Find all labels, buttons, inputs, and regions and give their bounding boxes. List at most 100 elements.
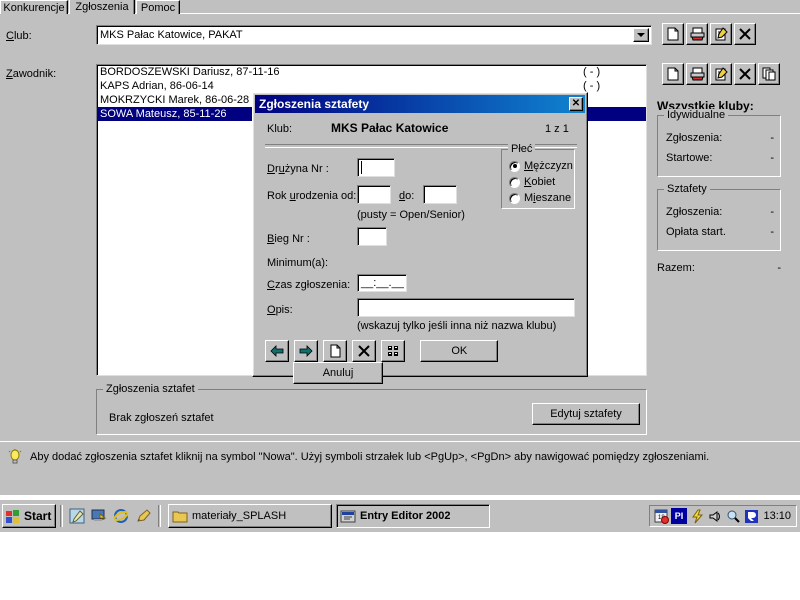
radio-icon bbox=[509, 192, 520, 204]
stat-row: Zgłoszenia: - bbox=[666, 132, 774, 144]
dialog-button-row: OK Anuluj bbox=[265, 340, 587, 384]
club-combobox[interactable]: MKS Pałac Katowice, PAKAT bbox=[96, 25, 652, 45]
edit-icon[interactable] bbox=[710, 63, 732, 85]
delete-icon[interactable] bbox=[734, 23, 756, 45]
relay-stats-group-title: Sztafety bbox=[664, 183, 710, 195]
birth-year-to-value bbox=[424, 186, 456, 188]
heat-number-input[interactable] bbox=[357, 227, 387, 246]
folder-icon bbox=[172, 511, 188, 523]
tab-zgloszenia[interactable]: Zgłoszenia bbox=[69, 0, 135, 14]
sex-group: Płeć Mężczyzn Kobiet Mieszane bbox=[501, 143, 575, 209]
description-input[interactable] bbox=[357, 298, 575, 317]
description-hint: (wskazuj tylko jeśli inna niż nazwa klub… bbox=[357, 320, 557, 332]
relay-empty-text: Brak zgłoszeń sztafet bbox=[109, 412, 214, 424]
notepad-icon[interactable] bbox=[68, 507, 86, 525]
edit-icon[interactable] bbox=[710, 23, 732, 45]
print-icon[interactable] bbox=[686, 63, 708, 85]
birth-year-label: Rok urodzenia od: bbox=[267, 190, 357, 202]
chevron-down-icon[interactable] bbox=[633, 28, 649, 42]
club-value: MKS Pałac Katowice, PAKAT bbox=[100, 29, 243, 41]
team-number-input[interactable] bbox=[357, 158, 395, 177]
new-icon[interactable] bbox=[662, 23, 684, 45]
minimum-label: Minimum(a): bbox=[267, 257, 329, 269]
close-icon[interactable]: ✕ bbox=[569, 97, 583, 111]
athlete-name: KAPS Adrian, 86-06-14 bbox=[100, 80, 214, 92]
pencil-icon[interactable] bbox=[134, 507, 152, 525]
find-fast-icon[interactable] bbox=[725, 508, 741, 524]
new-record-icon[interactable] bbox=[323, 340, 348, 362]
edit-relays-button[interactable]: Edytuj sztafety bbox=[532, 403, 640, 425]
tab-pomoc[interactable]: Pomoc bbox=[136, 0, 180, 14]
heat-number-label: Bieg Nr : bbox=[267, 233, 310, 245]
athlete-mark: ( - ) bbox=[583, 66, 601, 78]
dialog-title: Zgłoszenia sztafety bbox=[259, 97, 370, 111]
birth-year-from-input[interactable] bbox=[357, 185, 391, 204]
internet-explorer-icon[interactable] bbox=[112, 507, 130, 525]
athlete-name: BORDOSZEWSKI Dariusz, 87-11-16 bbox=[100, 66, 280, 78]
keyboard-language-icon[interactable]: PI bbox=[671, 508, 687, 524]
power-icon[interactable] bbox=[689, 508, 705, 524]
dialog-club-label: Klub: bbox=[267, 123, 293, 135]
radio-label: Mężczyzn bbox=[524, 160, 573, 172]
athlete-label: Zawodnik: bbox=[6, 68, 57, 80]
tab-konkurencje[interactable]: Konkurencje bbox=[0, 0, 68, 14]
stat-row: Startowe: - bbox=[666, 152, 774, 164]
taskbar-button-entry-editor[interactable]: Entry Editor 2002 bbox=[336, 504, 490, 528]
previous-record-icon[interactable] bbox=[265, 340, 289, 362]
ok-button[interactable]: OK bbox=[420, 340, 499, 362]
stat-value: - bbox=[770, 206, 774, 218]
sex-group-title: Płeć bbox=[508, 143, 536, 155]
scheduler-icon[interactable]: 18 bbox=[653, 508, 669, 524]
print-icon[interactable] bbox=[686, 23, 708, 45]
list-item[interactable]: KAPS Adrian, 86-06-14 ( - ) bbox=[97, 79, 646, 93]
radio-mezczyzn[interactable]: Mężczyzn bbox=[509, 160, 573, 172]
stat-row: Zgłoszenia: - bbox=[666, 206, 774, 218]
taskbar-separator bbox=[158, 505, 161, 527]
athlete-mark: ( - ) bbox=[583, 80, 601, 92]
application-window: Konkurencje Zgłoszenia Pomoc Club: MKS P… bbox=[0, 0, 800, 495]
taskbar-button-materialy[interactable]: materiały_SPLASH bbox=[168, 504, 332, 528]
club-toolbar bbox=[662, 23, 756, 45]
stat-label: Zgłoszenia: bbox=[666, 132, 723, 144]
volume-icon[interactable] bbox=[707, 508, 723, 524]
relay-group-title: Zgłoszenia sztafet bbox=[103, 383, 198, 395]
birth-year-to-input[interactable] bbox=[423, 185, 457, 204]
next-record-icon[interactable] bbox=[294, 340, 319, 362]
birth-year-hint: (pusty = Open/Senior) bbox=[357, 209, 465, 221]
individual-group-title: Idywidualne bbox=[664, 109, 729, 121]
radio-label: Kobiet bbox=[524, 176, 556, 188]
ok-label: OK bbox=[451, 345, 468, 357]
tab-label: Konkurencje bbox=[3, 1, 65, 14]
taskbar-button-label: Entry Editor 2002 bbox=[360, 510, 451, 522]
stat-row: Opłata start. - bbox=[666, 226, 774, 238]
status-text: Aby dodać zgłoszenia sztafet kliknij na … bbox=[30, 451, 710, 463]
club-label-rest: lub: bbox=[13, 30, 32, 42]
cancel-button[interactable]: Anuluj bbox=[293, 362, 383, 384]
edit-relays-label: Edytuj sztafety bbox=[550, 408, 622, 420]
total-label: Razem: bbox=[657, 262, 695, 274]
realplayer-icon[interactable] bbox=[743, 508, 759, 524]
radio-icon bbox=[509, 176, 520, 188]
system-tray: 18 PI 13:10 bbox=[649, 505, 797, 527]
stat-value: - bbox=[770, 226, 774, 238]
start-button[interactable]: Start bbox=[2, 504, 56, 528]
entry-time-input[interactable]: __:__.__ bbox=[357, 274, 407, 292]
delete-record-icon[interactable] bbox=[352, 340, 377, 362]
tab-strip: Konkurencje Zgłoszenia Pomoc bbox=[0, 0, 800, 14]
list-item[interactable]: BORDOSZEWSKI Dariusz, 87-11-16 ( - ) bbox=[97, 65, 646, 79]
team-members-icon[interactable] bbox=[381, 340, 406, 362]
description-value bbox=[358, 299, 574, 301]
heat-number-value bbox=[358, 228, 386, 230]
delete-icon[interactable] bbox=[734, 63, 756, 85]
status-bar: Aby dodać zgłoszenia sztafet kliknij na … bbox=[0, 441, 800, 471]
copy-icon[interactable] bbox=[758, 63, 780, 85]
close-glyph: ✕ bbox=[571, 98, 581, 109]
keyboard-language-label: PI bbox=[674, 511, 684, 521]
radio-mieszane[interactable]: Mieszane bbox=[509, 192, 571, 204]
show-desktop-icon[interactable] bbox=[90, 507, 108, 525]
athlete-toolbar bbox=[662, 63, 780, 85]
new-icon[interactable] bbox=[662, 63, 684, 85]
tab-label: Zgłoszenia bbox=[75, 0, 129, 13]
radio-kobiet[interactable]: Kobiet bbox=[509, 176, 555, 188]
dialog-titlebar[interactable]: Zgłoszenia sztafety ✕ bbox=[255, 95, 585, 113]
